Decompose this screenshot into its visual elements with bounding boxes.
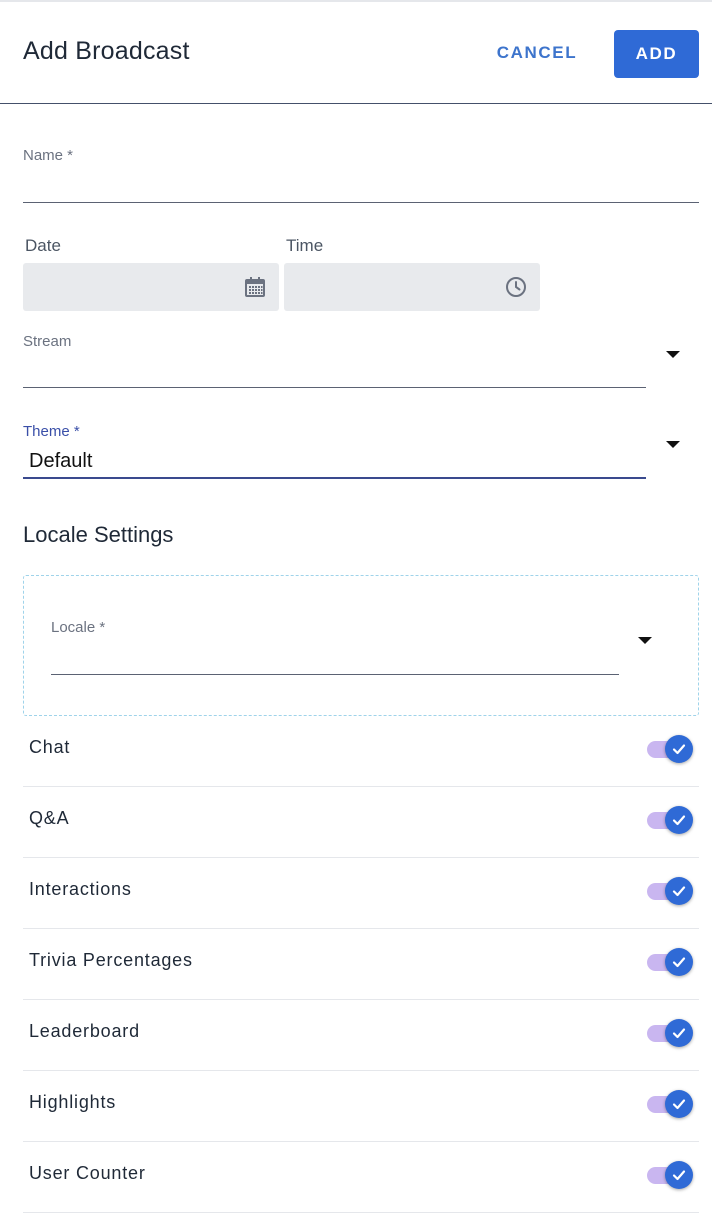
theme-underline [23, 477, 646, 479]
toggle-row: User Counter [23, 1142, 699, 1213]
checkmark-icon [672, 744, 686, 755]
toggle-thumb [665, 1019, 693, 1047]
toggle-switch[interactable] [645, 1158, 701, 1190]
toggle-switch[interactable] [645, 1087, 701, 1119]
locale-label: Locale * [51, 619, 106, 636]
toggle-label: Interactions [29, 879, 132, 899]
toggle-switch[interactable] [645, 732, 701, 764]
locale-select[interactable] [51, 674, 619, 675]
toggle-switch[interactable] [645, 803, 701, 835]
stream-label: Stream [23, 333, 72, 350]
theme-select[interactable]: Default [29, 450, 92, 473]
time-label: Time [286, 236, 324, 255]
toggle-switch[interactable] [645, 945, 701, 977]
toggle-label: Highlights [29, 1092, 117, 1112]
toggle-row: Q&A [23, 787, 699, 858]
locale-settings-title: Locale Settings [23, 522, 174, 547]
theme-label: Theme * [23, 423, 80, 440]
toggle-thumb [665, 948, 693, 976]
locale-dropdown-arrow-icon[interactable] [638, 637, 652, 644]
checkmark-icon [672, 1170, 686, 1181]
toggle-row: Leaderboard [23, 1000, 699, 1071]
checkmark-icon [672, 1028, 686, 1039]
toggle-row: Trivia Percentages [23, 929, 699, 1000]
stream-select[interactable] [23, 387, 646, 388]
dialog-header: Add Broadcast CANCEL ADD [0, 2, 712, 104]
checkmark-icon [672, 957, 686, 968]
toggle-thumb [665, 877, 693, 905]
calendar-icon[interactable] [243, 275, 267, 299]
date-picker[interactable] [23, 263, 279, 311]
toggle-row: Chat [23, 716, 699, 787]
toggle-label: Q&A [29, 808, 70, 828]
toggle-thumb [665, 1161, 693, 1189]
toggle-label: Trivia Percentages [29, 950, 193, 970]
checkmark-icon [672, 815, 686, 826]
date-label: Date [25, 236, 61, 255]
add-button[interactable]: ADD [614, 30, 699, 78]
checkmark-icon [672, 1099, 686, 1110]
toggle-thumb [665, 806, 693, 834]
cancel-button[interactable]: CANCEL [482, 34, 592, 72]
toggle-row: Interactions [23, 858, 699, 929]
toggle-thumb [665, 735, 693, 763]
name-label: Name * [23, 147, 74, 164]
theme-dropdown-arrow-icon[interactable] [666, 441, 680, 448]
locale-settings-panel: Locale * [23, 575, 699, 716]
toggle-label: Chat [29, 737, 71, 757]
toggle-row: Highlights [23, 1071, 699, 1142]
name-input[interactable] [23, 202, 699, 203]
time-picker[interactable] [284, 263, 540, 311]
checkmark-icon [672, 886, 686, 897]
toggle-switch[interactable] [645, 1016, 701, 1048]
toggle-label: Leaderboard [29, 1021, 140, 1041]
toggle-label: User Counter [29, 1163, 146, 1183]
clock-icon[interactable] [504, 275, 528, 299]
dialog-title: Add Broadcast [23, 37, 190, 65]
stream-dropdown-arrow-icon[interactable] [666, 351, 680, 358]
toggle-switch[interactable] [645, 874, 701, 906]
toggle-thumb [665, 1090, 693, 1118]
